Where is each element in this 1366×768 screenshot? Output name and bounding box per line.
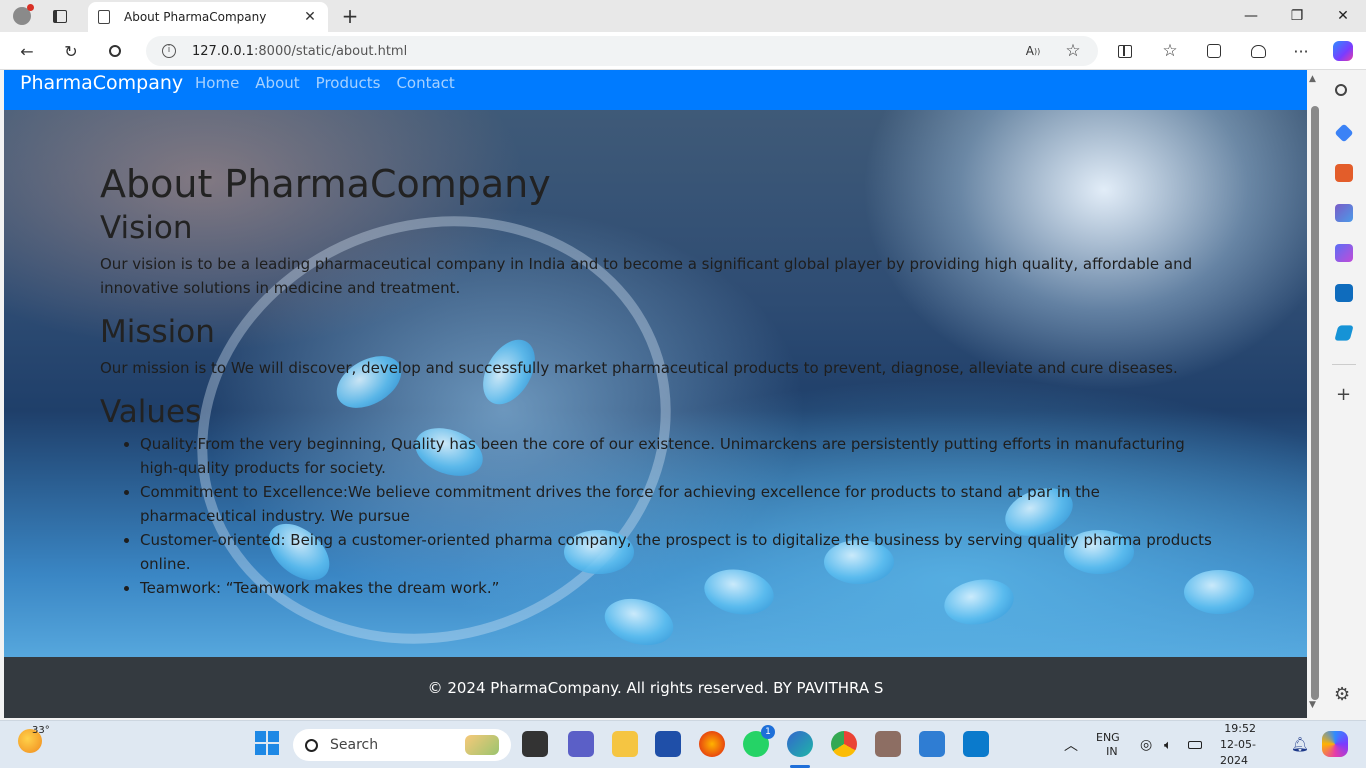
url-path: :8000/static/about.html bbox=[254, 43, 408, 59]
favorites-icon[interactable]: ☆ bbox=[1157, 39, 1183, 63]
whatsapp-icon[interactable]: 1 bbox=[743, 725, 775, 757]
clock[interactable]: 19:52 12-05-2024 bbox=[1220, 721, 1256, 768]
minimize-icon[interactable]: — bbox=[1228, 0, 1274, 32]
vscode-icon[interactable] bbox=[963, 731, 989, 757]
language-indicator[interactable]: ENG IN bbox=[1096, 721, 1120, 768]
new-tab-icon[interactable]: + bbox=[338, 4, 362, 28]
nav-products[interactable]: Products bbox=[316, 74, 381, 92]
shopping-tag-icon[interactable] bbox=[1334, 123, 1354, 143]
games-icon[interactable] bbox=[1335, 204, 1353, 222]
temperature-text: 33° bbox=[32, 725, 50, 736]
nav-contact[interactable]: Contact bbox=[396, 74, 454, 92]
back-icon[interactable]: ← bbox=[14, 39, 40, 63]
active-tab[interactable]: About PharmaCompany ✕ bbox=[88, 2, 328, 32]
navbar-brand[interactable]: PharmaCompany bbox=[20, 72, 183, 94]
windows-taskbar: 33° Search 1 ︿ ENG IN ◎ 🔈︎ 19:52 12-05-2… bbox=[0, 720, 1366, 768]
profile-avatar-icon[interactable] bbox=[10, 4, 34, 28]
list-item: Customer-oriented: Being a customer-orie… bbox=[140, 528, 1220, 576]
vision-heading: Vision bbox=[100, 210, 193, 246]
restore-icon[interactable]: ❐ bbox=[1274, 0, 1320, 32]
sidebar-settings-icon[interactable]: ⚙ bbox=[1334, 684, 1350, 705]
vision-text: Our vision is to be a leading pharmaceut… bbox=[100, 255, 1193, 297]
read-aloud-icon[interactable]: A)) bbox=[1020, 39, 1046, 63]
search-icon[interactable] bbox=[102, 39, 128, 63]
mission-heading: Mission bbox=[100, 314, 215, 350]
close-window-icon[interactable]: ✕ bbox=[1320, 0, 1366, 32]
firefox-icon[interactable] bbox=[699, 731, 725, 757]
url-field[interactable]: i 127.0.0.1:8000/static/about.html bbox=[146, 36, 1098, 66]
page-icon bbox=[98, 10, 110, 24]
scroll-up-icon[interactable]: ▲ bbox=[1309, 74, 1316, 84]
edge-sidebar: + ⚙ bbox=[1322, 70, 1366, 720]
notepad-icon[interactable] bbox=[919, 731, 945, 757]
list-item: Teamwork: “Teamwork makes the dream work… bbox=[140, 576, 1220, 600]
copilot-icon[interactable] bbox=[1330, 39, 1356, 63]
archive-app-icon[interactable] bbox=[875, 731, 901, 757]
file-explorer-icon[interactable] bbox=[612, 731, 638, 757]
clock-time: 19:52 bbox=[1224, 722, 1256, 735]
nav-links: Home About Products Contact bbox=[195, 74, 471, 92]
language-bottom: IN bbox=[1106, 745, 1118, 758]
tab-actions-icon[interactable] bbox=[48, 4, 72, 28]
show-hidden-icons[interactable]: ︿ bbox=[1064, 721, 1078, 768]
edge-icon[interactable] bbox=[787, 731, 813, 757]
values-heading: Values bbox=[100, 394, 202, 430]
refresh-icon[interactable]: ↻ bbox=[58, 39, 84, 63]
footer-text: © 2024 PharmaCompany. All rights reserve… bbox=[427, 678, 884, 697]
hero-section: About PharmaCompany Vision Our vision is… bbox=[4, 110, 1307, 657]
chrome-icon[interactable] bbox=[831, 731, 857, 757]
search-placeholder: Search bbox=[330, 737, 379, 753]
start-windows-icon[interactable] bbox=[255, 731, 281, 757]
nav-home[interactable]: Home bbox=[195, 74, 239, 92]
search-icon bbox=[305, 738, 318, 752]
page-title: About PharmaCompany bbox=[100, 162, 551, 206]
site-navbar: PharmaCompany Home About Products Contac… bbox=[4, 70, 1307, 110]
nav-about[interactable]: About bbox=[255, 74, 299, 92]
microsoft-365-icon[interactable] bbox=[1335, 244, 1353, 262]
browser-essentials-icon[interactable] bbox=[1245, 39, 1271, 63]
add-sidebar-icon[interactable]: + bbox=[1336, 384, 1351, 405]
url-host: 127.0.0.1 bbox=[192, 43, 255, 59]
task-view-icon[interactable] bbox=[522, 731, 548, 757]
teams-icon[interactable] bbox=[568, 731, 594, 757]
scroll-down-icon[interactable]: ▼ bbox=[1309, 700, 1316, 710]
network-icon[interactable]: ◎ bbox=[1140, 721, 1152, 768]
mission-text: Our mission is to We will discover, deve… bbox=[100, 359, 1178, 377]
notification-bell-icon[interactable]: 🔔︎ bbox=[1291, 721, 1309, 768]
list-item: Commitment to Excellence:We believe comm… bbox=[140, 480, 1220, 528]
sidebar-search-icon[interactable] bbox=[1335, 84, 1353, 102]
about-content: About PharmaCompany Vision Our vision is… bbox=[100, 160, 1220, 600]
close-tab-icon[interactable]: ✕ bbox=[302, 9, 318, 25]
settings-more-icon[interactable]: ··· bbox=[1288, 39, 1314, 63]
tab-title: About PharmaCompany bbox=[124, 10, 267, 24]
scroll-thumb[interactable] bbox=[1311, 106, 1319, 700]
taskbar-search[interactable]: Search bbox=[293, 729, 511, 761]
language-top: ENG bbox=[1096, 731, 1120, 744]
whatsapp-badge: 1 bbox=[761, 725, 775, 739]
pill-shape bbox=[599, 591, 679, 653]
microsoft-store-icon[interactable] bbox=[655, 731, 681, 757]
page-scrollbar[interactable]: ▲ ▼ bbox=[1307, 70, 1322, 718]
site-info-icon[interactable]: i bbox=[162, 44, 176, 58]
outlook-icon[interactable] bbox=[1335, 284, 1353, 302]
search-highlight-icon bbox=[465, 735, 499, 755]
favorite-star-icon[interactable]: ☆ bbox=[1060, 39, 1086, 63]
address-toolbar: ← ↻ i 127.0.0.1:8000/static/about.html A… bbox=[0, 32, 1366, 70]
site-footer: © 2024 PharmaCompany. All rights reserve… bbox=[4, 657, 1307, 718]
browser-tab-bar: About PharmaCompany ✕ + — ❐ ✕ bbox=[0, 0, 1366, 32]
drop-icon[interactable] bbox=[1334, 325, 1354, 341]
volume-icon[interactable]: 🔈︎ bbox=[1164, 721, 1172, 768]
weather-icon[interactable]: 33° bbox=[18, 725, 50, 759]
collections-icon[interactable] bbox=[1201, 39, 1227, 63]
list-item: Quality:From the very beginning, Quality… bbox=[140, 432, 1220, 480]
split-screen-icon[interactable] bbox=[1112, 39, 1138, 63]
clock-date: 12-05-2024 bbox=[1220, 738, 1256, 767]
battery-icon[interactable] bbox=[1188, 721, 1202, 768]
tools-briefcase-icon[interactable] bbox=[1335, 164, 1353, 182]
copilot-taskbar-icon[interactable] bbox=[1322, 731, 1348, 757]
sidebar-divider bbox=[1332, 364, 1356, 365]
values-list: Quality:From the very beginning, Quality… bbox=[140, 432, 1220, 600]
page-viewport: PharmaCompany Home About Products Contac… bbox=[4, 70, 1307, 718]
